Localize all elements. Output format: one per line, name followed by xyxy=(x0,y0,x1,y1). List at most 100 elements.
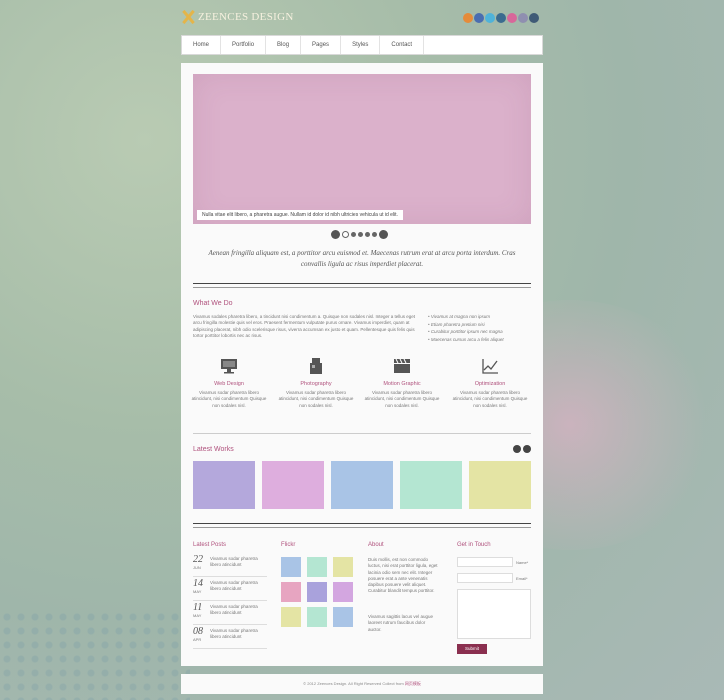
slider-dot[interactable] xyxy=(372,232,377,237)
what-we-do-list: Vivamus at magna non ipsumEtiam pharetra… xyxy=(428,313,538,343)
prev-arrow-icon[interactable] xyxy=(513,445,521,453)
post-title[interactable]: Vivamus sodar pharetra libero atincidunt xyxy=(210,604,268,616)
service-title[interactable]: Motion Graphic xyxy=(362,381,442,387)
rss-icon[interactable] xyxy=(463,13,473,23)
contact-title: Get in Touch xyxy=(457,542,491,548)
work-thumbnail[interactable] xyxy=(193,461,255,509)
twitter-icon[interactable] xyxy=(485,13,495,23)
footer: © 2012 Zeences Design. All Right Reserve… xyxy=(181,674,543,694)
nav-item-home[interactable]: Home xyxy=(182,36,222,54)
post-item[interactable]: 08 APR Vivamus sodar pharetra libero atinc… xyxy=(193,626,268,649)
post-item[interactable]: 11 MAY Vivamus sodar pharetra libero atinc… xyxy=(193,602,268,625)
latest-works-title: Latest Works xyxy=(193,446,234,453)
post-month: JUN xyxy=(193,565,201,570)
post-month: MAY xyxy=(193,589,202,594)
section-divider xyxy=(193,523,531,528)
flickr-icon[interactable] xyxy=(518,13,528,23)
logo-mark-icon xyxy=(181,10,195,24)
slider-caption: Nulla vitae elit libero, a pharetra augu… xyxy=(197,210,403,220)
slider-dot[interactable] xyxy=(342,231,349,238)
post-day: 14 xyxy=(193,578,203,589)
post-item[interactable]: 14 MAY Vivamus sodar pharetra libero atinc… xyxy=(193,578,268,601)
page-content: Nulla vitae elit libero, a pharetra augu… xyxy=(181,63,543,666)
name-field[interactable] xyxy=(457,557,513,567)
work-thumbnail[interactable] xyxy=(400,461,462,509)
service-web-design: Web Design Vivamus sodar pharetra libero … xyxy=(189,357,269,409)
submit-button[interactable]: Submit xyxy=(457,644,487,654)
service-desc: Vivamus sodar pharetra libero atincidunt… xyxy=(191,390,267,408)
carousel-controls xyxy=(513,445,531,453)
flickr-title: Flickr xyxy=(281,542,296,548)
monitor-icon xyxy=(189,357,269,375)
email-field[interactable] xyxy=(457,573,513,583)
section-divider xyxy=(193,283,531,288)
nav-item-styles[interactable]: Styles xyxy=(341,36,381,54)
flickr-thumbnail[interactable] xyxy=(307,557,327,577)
nav-item-pages[interactable]: Pages xyxy=(301,36,342,54)
service-photography: Photography Vivamus sodar pharetra libero… xyxy=(276,357,356,409)
service-desc: Vivamus sodar pharetra libero atincidunt… xyxy=(364,390,440,408)
service-title[interactable]: Photography xyxy=(276,381,356,387)
flickr-thumbnail[interactable] xyxy=(333,607,353,627)
vimeo-icon[interactable] xyxy=(496,13,506,23)
flickr-thumbnail[interactable] xyxy=(333,557,353,577)
footer-link[interactable]: 网页模板 xyxy=(405,681,421,686)
post-title[interactable]: Vivamus sodar pharetra libero atincidunt xyxy=(210,580,268,592)
slider-dot[interactable] xyxy=(358,232,363,237)
flickr-thumbnail[interactable] xyxy=(307,582,327,602)
slider-pagination xyxy=(331,230,388,239)
tumblr-icon[interactable] xyxy=(529,13,539,23)
latest-posts-title: Latest Posts xyxy=(193,542,227,548)
email-label: Email* xyxy=(516,576,528,581)
slider-prev-icon[interactable] xyxy=(331,230,340,239)
clapperboard-icon xyxy=(362,357,442,375)
work-thumbnail[interactable] xyxy=(262,461,324,509)
service-title[interactable]: Web Design xyxy=(189,381,269,387)
post-month: APR xyxy=(193,637,202,642)
post-item[interactable]: 22 JUN Vivamus sodar pharetra libero atinc… xyxy=(193,554,268,577)
dribbble-icon[interactable] xyxy=(507,13,517,23)
line-chart-icon xyxy=(450,357,530,375)
service-title[interactable]: Optimization xyxy=(450,381,530,387)
service-motion-graphic: Motion Graphic Vivamus sodar pharetra lib… xyxy=(362,357,442,409)
film-camera-icon xyxy=(276,357,356,375)
logo[interactable]: ZEENCES DESIGN xyxy=(181,10,294,24)
facebook-icon[interactable] xyxy=(474,13,484,23)
section-divider xyxy=(193,433,531,434)
nav-item-portfolio[interactable]: Portfolio xyxy=(221,36,267,54)
flickr-thumbnail[interactable] xyxy=(281,582,301,602)
next-arrow-icon[interactable] xyxy=(523,445,531,453)
tagline: Aenean fringilla aliquam est, a porttito… xyxy=(208,249,516,268)
work-thumbnail[interactable] xyxy=(469,461,531,509)
bullet-item: Curabitur porttitor ipsum nec magna xyxy=(428,328,538,336)
post-title[interactable]: Vivamus sodar pharetra libero atincidunt xyxy=(210,556,268,568)
work-thumbnail[interactable] xyxy=(331,461,393,509)
about-text-2: Vivamus sagittis lacus vel augue laoreet… xyxy=(368,614,433,632)
about-title: About xyxy=(368,542,384,548)
message-field[interactable] xyxy=(457,589,531,639)
post-day: 08 xyxy=(193,626,203,637)
post-day: 11 xyxy=(193,602,203,613)
slider-next-icon[interactable] xyxy=(379,230,388,239)
flickr-thumbnail[interactable] xyxy=(281,557,301,577)
flickr-thumbnail[interactable] xyxy=(281,607,301,627)
flickr-thumbnail[interactable] xyxy=(333,582,353,602)
nav-item-blog[interactable]: Blog xyxy=(266,36,302,54)
post-title[interactable]: Vivamus sodar pharetra libero atincidunt xyxy=(210,628,268,640)
bullet-item: Maecenas cursus arcu a felis aliquet xyxy=(428,336,538,344)
flickr-thumbnail[interactable] xyxy=(307,607,327,627)
nav-item-contact[interactable]: Contact xyxy=(380,36,425,54)
service-desc: Vivamus sodar pharetra libero atincidunt… xyxy=(452,390,528,408)
footer-text: © 2012 Zeences Design. All Right Reserve… xyxy=(303,681,404,686)
service-desc: Vivamus sodar pharetra libero atincidunt… xyxy=(278,390,354,408)
hero-slider[interactable]: Nulla vitae elit libero, a pharetra augu… xyxy=(193,74,531,224)
service-optimization: Optimization Vivamus sodar pharetra liber… xyxy=(450,357,530,409)
bullet-item: Etiam pharetra pretium nisi xyxy=(428,321,538,329)
background-pattern xyxy=(0,610,190,700)
post-day: 22 xyxy=(193,554,203,565)
slider-dot[interactable] xyxy=(365,232,370,237)
main-nav: Home Portfolio Blog Pages Styles Contact xyxy=(181,35,543,55)
slider-dot[interactable] xyxy=(351,232,356,237)
name-label: Name* xyxy=(516,560,529,565)
about-text: Duis mollis, est non commodo luctus, nis… xyxy=(368,557,438,594)
